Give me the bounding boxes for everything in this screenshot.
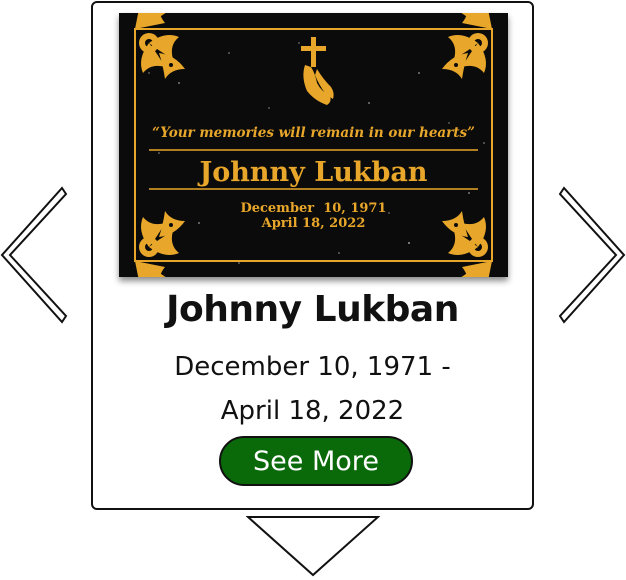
memorial-card: “Your memories will remain in our hearts… xyxy=(91,1,534,510)
memorial-name: Johnny Lukban xyxy=(166,289,459,330)
chevron-right-icon xyxy=(558,186,626,324)
see-more-button[interactable]: See More xyxy=(219,436,413,486)
plaque-date-line-1: December 10, 1971 xyxy=(240,201,386,216)
memorial-dates: December 10, 1971 - April 18, 2022 xyxy=(93,345,532,433)
memorial-plaque-image: “Your memories will remain in our hearts… xyxy=(119,13,508,277)
triangle-down-icon xyxy=(246,516,380,577)
plaque-quote: “Your memories will remain in our hearts… xyxy=(152,125,475,141)
memorial-date-line-2: April 18, 2022 xyxy=(220,396,405,426)
chevron-left-icon xyxy=(0,186,68,324)
previous-arrow-button[interactable] xyxy=(0,186,68,324)
next-arrow-button[interactable] xyxy=(558,186,626,324)
plaque-name: Johnny Lukban xyxy=(197,157,427,188)
plaque-date-line-2: April 18, 2022 xyxy=(261,216,366,231)
down-arrow-button[interactable] xyxy=(246,514,380,578)
memorial-date-line-1: December 10, 1971 - xyxy=(174,352,451,382)
